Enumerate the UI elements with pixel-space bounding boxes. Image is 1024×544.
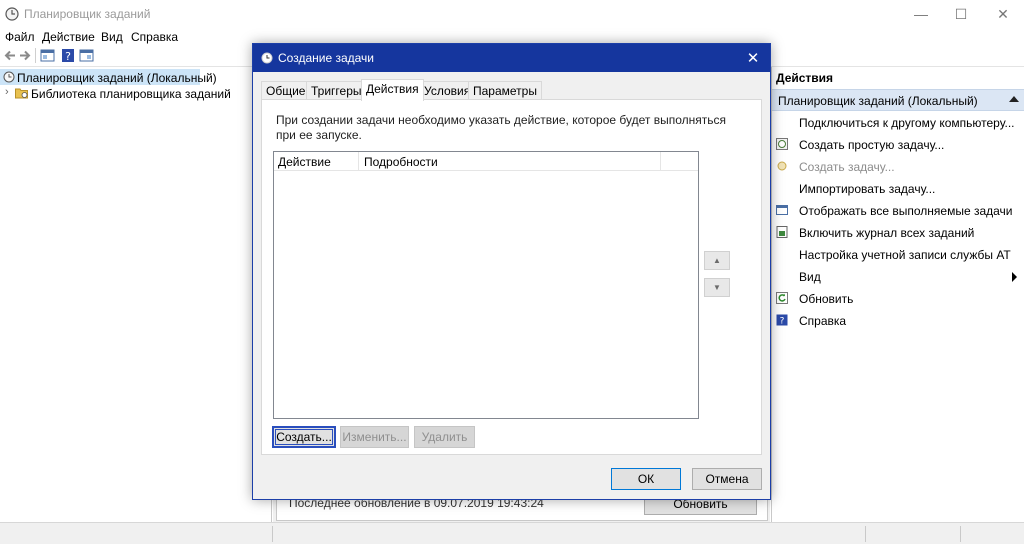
move-up-button[interactable]: ▲: [704, 251, 730, 270]
tree-item-local[interactable]: Планировщик заданий (Локальный): [0, 69, 217, 85]
maximize-icon: ☐: [954, 5, 968, 22]
action-label: Настройка учетной записи службы AT: [799, 248, 1011, 262]
action-create-task[interactable]: Создать задачу...: [772, 156, 1024, 178]
close-window-button[interactable]: ✕: [980, 0, 1024, 28]
arrow-down-icon: ▼: [713, 283, 721, 292]
actions-pane: Действия Планировщик заданий (Локальный)…: [771, 67, 1024, 522]
maximize-button[interactable]: ☐: [938, 0, 984, 28]
collapse-up-icon[interactable]: [1009, 96, 1019, 102]
status-bar: [0, 522, 1024, 544]
list-header: Действие Подробности: [274, 152, 698, 171]
edit-action-button[interactable]: Изменить...: [340, 426, 409, 448]
action-view-submenu[interactable]: Вид: [772, 266, 1024, 288]
forward-arrow-icon[interactable]: [18, 48, 32, 63]
tab-conditions[interactable]: Условия: [419, 81, 476, 100]
chevron-right-icon[interactable]: ›: [5, 86, 9, 98]
tree-item-label: Библиотека планировщика заданий: [31, 87, 231, 101]
action-import-task[interactable]: Импортировать задачу...: [772, 178, 1024, 200]
svg-text:?: ?: [780, 317, 785, 327]
action-label: Импортировать задачу...: [799, 182, 936, 196]
status-divider: [272, 526, 273, 542]
dialog-titlebar[interactable]: Создание задачи ✕: [253, 44, 770, 72]
action-connect-computer[interactable]: Подключиться к другому компьютеру...: [772, 112, 1024, 134]
action-create-basic-task[interactable]: Создать простую задачу...: [772, 134, 1024, 156]
column-details[interactable]: Подробности: [364, 155, 438, 169]
window-title: Планировщик заданий: [24, 7, 151, 21]
console-tree: Планировщик заданий (Локальный) › Библио…: [0, 67, 272, 522]
action-enable-history[interactable]: Включить журнал всех заданий: [772, 222, 1024, 244]
help-icon: ?: [776, 314, 788, 326]
action-label: Создать простую задачу...: [799, 138, 945, 152]
running-tasks-icon: [776, 205, 788, 215]
history-icon: [776, 226, 788, 238]
column-divider[interactable]: [660, 152, 661, 171]
actions-header: Действия: [776, 71, 834, 85]
delete-action-button[interactable]: Удалить: [414, 426, 475, 448]
action-at-service-account[interactable]: Настройка учетной записи службы AT: [772, 244, 1024, 266]
close-icon: ✕: [997, 5, 1009, 22]
submenu-arrow-icon: [1012, 272, 1017, 282]
dialog-close-button[interactable]: ✕: [736, 44, 770, 72]
menu-help[interactable]: Справка: [131, 30, 178, 44]
task-scheduler-icon: [261, 52, 273, 64]
task-scheduler-icon: [5, 7, 19, 21]
tab-triggers[interactable]: Триггеры: [306, 81, 367, 100]
action-label: Вид: [799, 270, 821, 284]
dialog-tabs: Общие Триггеры Действия Условия Параметр…: [261, 79, 761, 101]
status-divider: [960, 526, 961, 542]
properties-icon[interactable]: [79, 48, 94, 63]
column-action[interactable]: Действие: [278, 155, 331, 169]
tree-item-label: Планировщик заданий (Локальный): [17, 71, 217, 85]
action-label: Отображать все выполняемые задачи: [799, 204, 1013, 218]
actions-section-local[interactable]: Планировщик заданий (Локальный): [772, 89, 1024, 111]
create-action-button[interactable]: Создать...: [272, 426, 336, 448]
help-icon[interactable]: ?: [61, 48, 75, 63]
actions-tab-panel: При создании задачи необходимо указать д…: [261, 99, 762, 455]
console-tree-icon[interactable]: [40, 48, 55, 63]
tab-description: При создании задачи необходимо указать д…: [276, 113, 726, 142]
window-titlebar: Планировщик заданий — ☐ ✕: [0, 0, 1024, 28]
cancel-button[interactable]: Отмена: [692, 468, 762, 490]
move-down-button[interactable]: ▼: [704, 278, 730, 297]
actions-section-label: Планировщик заданий (Локальный): [778, 94, 978, 108]
tab-settings[interactable]: Параметры: [468, 81, 542, 100]
folder-icon: [15, 88, 28, 99]
minimize-icon: —: [914, 6, 928, 22]
dialog-title: Создание задачи: [278, 51, 374, 65]
create-task-dialog: Создание задачи ✕ Общие Триггеры Действи…: [252, 43, 771, 500]
action-label: Создать задачу...: [799, 160, 895, 174]
ok-button[interactable]: ОК: [611, 468, 681, 490]
close-icon: ✕: [746, 50, 760, 67]
action-label: Включить журнал всех заданий: [799, 226, 975, 240]
back-arrow-icon[interactable]: [3, 48, 17, 63]
svg-text:?: ?: [65, 50, 71, 63]
menu-view[interactable]: Вид: [101, 30, 123, 44]
action-label: Подключиться к другому компьютеру...: [799, 116, 1015, 130]
task-scheduler-icon: [3, 71, 15, 83]
action-refresh[interactable]: Обновить: [772, 288, 1024, 310]
menu-action[interactable]: Действие: [42, 30, 95, 44]
tree-item-library[interactable]: › Библиотека планировщика заданий: [0, 85, 272, 101]
status-divider: [865, 526, 866, 542]
action-show-running-tasks[interactable]: Отображать все выполняемые задачи: [772, 200, 1024, 222]
column-divider[interactable]: [358, 152, 359, 171]
action-help[interactable]: ? Справка: [772, 310, 1024, 332]
action-label: Обновить: [799, 292, 854, 306]
arrow-up-icon: ▲: [713, 256, 721, 265]
menu-file[interactable]: Файл: [5, 30, 35, 44]
toolbar-divider: [35, 48, 36, 63]
refresh-icon: [776, 292, 788, 304]
create-basic-task-icon: [776, 138, 788, 150]
action-label: Справка: [799, 314, 847, 328]
create-task-icon: [777, 161, 787, 171]
tab-actions[interactable]: Действия: [361, 79, 424, 101]
tab-general[interactable]: Общие: [261, 81, 311, 100]
actions-list[interactable]: Действие Подробности: [273, 151, 699, 419]
